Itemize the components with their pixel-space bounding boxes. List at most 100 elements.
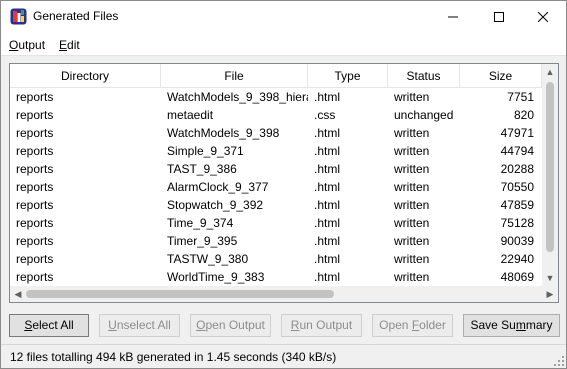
cell-type: .html — [314, 162, 341, 176]
column-header-file[interactable]: File — [161, 64, 308, 88]
cell-directory: reports — [16, 126, 54, 140]
cell-status: unchanged — [394, 108, 454, 122]
cell-file: WorldTime_9_383 — [167, 270, 265, 284]
vertical-scroll-thumb[interactable] — [546, 82, 554, 252]
cell-status: written — [394, 216, 430, 230]
resize-grip-icon[interactable] — [554, 356, 564, 366]
cell-directory: reports — [16, 108, 54, 122]
scroll-down-icon[interactable]: ▼ — [542, 270, 558, 286]
cell-size: 20288 — [500, 162, 534, 176]
column-header-status[interactable]: Status — [388, 64, 460, 88]
status-bar: 12 files totalling 494 kB generated in 1… — [1, 344, 566, 368]
menu-output-label-rest: utput — [18, 38, 46, 52]
generated-files-window: Generated Files Output Edit Directory Fi… — [0, 0, 567, 369]
cell-status: written — [394, 90, 430, 104]
scroll-left-icon[interactable]: ◀ — [10, 286, 26, 302]
cell-status: written — [394, 234, 430, 248]
cell-file: WatchModels_9_398 — [167, 126, 280, 140]
scroll-right-icon[interactable]: ▶ — [542, 286, 558, 302]
horizontal-scrollbar[interactable]: ◀ ▶ — [10, 286, 558, 302]
cell-directory: reports — [16, 234, 54, 248]
minimize-button[interactable] — [430, 1, 476, 32]
close-icon — [538, 11, 548, 22]
menu-edit-label-rest: dit — [67, 38, 80, 52]
table-row[interactable]: reports TASTW_9_380 .html written 22940 — [10, 250, 542, 268]
cell-directory: reports — [16, 90, 54, 104]
table-row[interactable]: reports Timer_9_395 .html written 90039 — [10, 232, 542, 250]
column-header-directory[interactable]: Directory — [10, 64, 161, 88]
cell-status: written — [394, 144, 430, 158]
cell-status: written — [394, 270, 430, 284]
table-row[interactable]: reports WatchModels_9_398_hiera .html writt… — [10, 88, 542, 106]
vertical-scrollbar[interactable]: ▲ ▼ — [542, 64, 558, 286]
cell-size: 75128 — [500, 216, 534, 230]
cell-directory: reports — [16, 144, 54, 158]
cell-size: 820 — [513, 108, 534, 122]
table-row[interactable]: reports Time_9_374 .html written 75128 — [10, 214, 542, 232]
cell-size: 90039 — [500, 234, 534, 248]
select-all-button[interactable]: Select All — [9, 314, 89, 337]
table-row[interactable]: reports AlarmClock_9_377 .html written 70550 — [10, 178, 542, 196]
table-row[interactable]: reports WatchModels_9_398 .html written 4797… — [10, 124, 542, 142]
app-icon — [10, 8, 27, 25]
cell-file: Timer_9_395 — [167, 234, 238, 248]
horizontal-scroll-thumb[interactable] — [26, 290, 334, 298]
cell-file: AlarmClock_9_377 — [167, 180, 269, 194]
cell-type: .html — [314, 126, 341, 140]
cell-file: TAST_9_386 — [167, 162, 237, 176]
cell-directory: reports — [16, 180, 54, 194]
column-header-type[interactable]: Type — [308, 64, 388, 88]
minimize-icon — [448, 16, 458, 17]
table-row[interactable]: reports metaedit .css unchanged 820 — [10, 106, 542, 124]
table-row[interactable]: reports Simple_9_371 .html written 44794 — [10, 142, 542, 160]
menu-output-mnemonic: O — [9, 38, 19, 52]
run-output-button[interactable]: Run Output — [281, 314, 362, 337]
window-title: Generated Files — [33, 9, 119, 23]
maximize-button[interactable] — [476, 1, 522, 32]
cell-directory: reports — [16, 270, 54, 284]
cell-file: WatchModels_9_398_hiera — [167, 90, 308, 104]
cell-status: written — [394, 252, 430, 266]
column-header-size[interactable]: Size — [460, 64, 542, 88]
table-row[interactable]: reports Stopwatch_9_392 .html written 47859 — [10, 196, 542, 214]
maximize-icon — [494, 11, 504, 22]
cell-type: .html — [314, 90, 341, 104]
unselect-all-button[interactable]: Unselect All — [99, 314, 180, 337]
cell-file: TASTW_9_380 — [167, 252, 249, 266]
cell-directory: reports — [16, 216, 54, 230]
cell-type: .html — [314, 234, 341, 248]
cell-status: written — [394, 180, 430, 194]
cell-size: 47859 — [500, 198, 534, 212]
title-bar[interactable]: Generated Files — [1, 1, 566, 32]
menu-edit[interactable]: Edit — [59, 38, 80, 52]
table-row[interactable]: reports TAST_9_386 .html written 20288 — [10, 160, 542, 178]
close-button[interactable] — [520, 1, 566, 32]
cell-file: metaedit — [167, 108, 214, 122]
cell-size: 48069 — [500, 270, 534, 284]
menu-bar: Output Edit — [1, 32, 566, 56]
cell-status: written — [394, 198, 430, 212]
list-header: Directory File Type Status Size — [10, 64, 542, 88]
scroll-up-icon[interactable]: ▲ — [542, 64, 558, 80]
cell-file: Stopwatch_9_392 — [167, 198, 264, 212]
cell-status: written — [394, 162, 430, 176]
cell-type: .html — [314, 216, 341, 230]
cell-size: 22940 — [500, 252, 534, 266]
cell-status: written — [394, 126, 430, 140]
status-text: 12 files totalling 494 kB generated in 1… — [10, 350, 337, 364]
table-row[interactable]: reports WorldTime_9_383 .html written 48069 — [10, 268, 542, 286]
cell-type: .html — [314, 144, 341, 158]
open-folder-button[interactable]: Open Folder — [372, 314, 453, 337]
cell-type: .html — [314, 252, 341, 266]
cell-file: Time_9_374 — [167, 216, 234, 230]
cell-file: Simple_9_371 — [167, 144, 244, 158]
cell-type: .css — [314, 108, 336, 122]
open-output-button[interactable]: Open Output — [190, 314, 271, 337]
cell-type: .html — [314, 198, 341, 212]
save-summary-button[interactable]: Save Summary — [463, 314, 560, 337]
cell-size: 70550 — [500, 180, 534, 194]
cell-size: 47971 — [500, 126, 534, 140]
menu-output[interactable]: Output — [9, 38, 45, 52]
cell-type: .html — [314, 270, 341, 284]
generated-files-list[interactable]: Directory File Type Status Size reports W… — [9, 63, 559, 303]
